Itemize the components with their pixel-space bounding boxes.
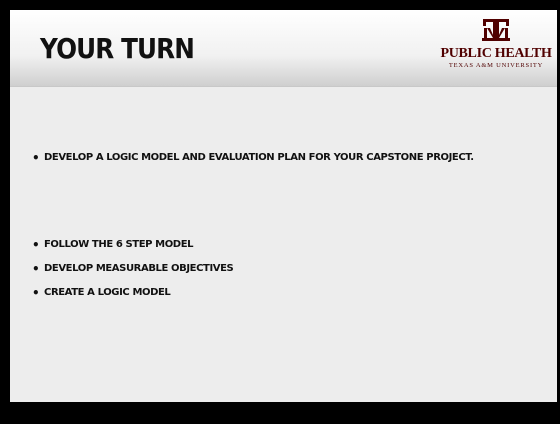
- bullet-dot-icon: •: [32, 151, 40, 165]
- bullet-item: • FOLLOW THE 6 STEP MODEL: [32, 236, 502, 254]
- bullet-list: • DEVELOP A LOGIC MODEL AND EVALUATION P…: [10, 10, 557, 402]
- bullet-item: • DEVELOP MEASURABLE OBJECTIVES: [32, 260, 502, 278]
- bullet-dot-icon: •: [32, 262, 40, 276]
- bullet-item: • CREATE A LOGIC MODEL: [32, 284, 502, 302]
- slide: YOUR TURN PUBLIC HEALTH TEXAS A&M UNIVER…: [10, 10, 557, 402]
- bullet-text: DEVELOP A LOGIC MODEL AND EVALUATION PLA…: [44, 152, 474, 163]
- bullet-text: FOLLOW THE 6 STEP MODEL: [44, 239, 194, 250]
- bullet-item: • DEVELOP A LOGIC MODEL AND EVALUATION P…: [32, 149, 502, 167]
- bullet-dot-icon: •: [32, 238, 40, 252]
- bullet-text: DEVELOP MEASURABLE OBJECTIVES: [44, 263, 234, 274]
- bullet-text: CREATE A LOGIC MODEL: [44, 287, 171, 298]
- bullet-dot-icon: •: [32, 286, 40, 300]
